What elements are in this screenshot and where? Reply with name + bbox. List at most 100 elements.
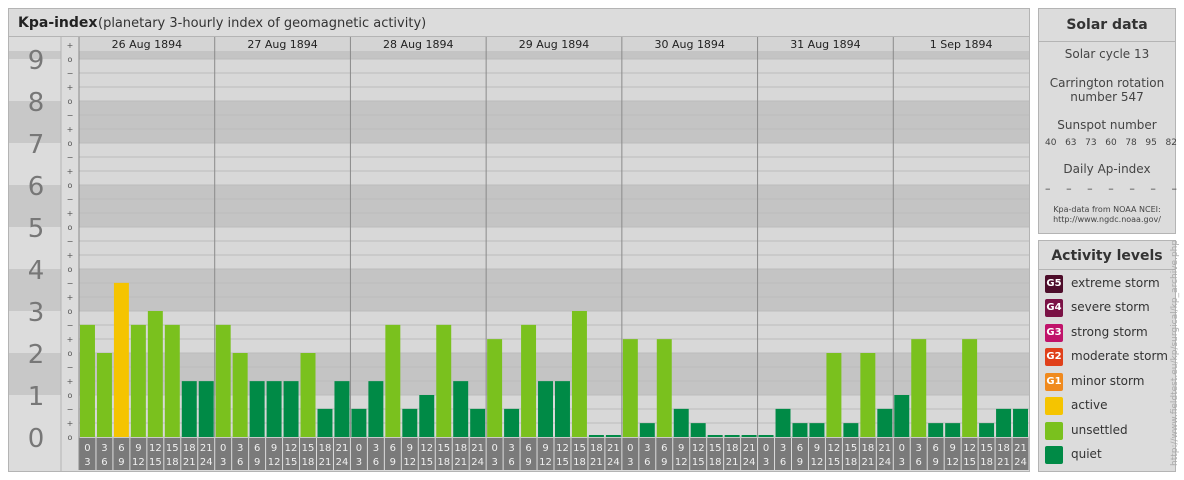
sub-tick-label: − (67, 153, 74, 162)
interval-end-label: 24 (336, 457, 349, 468)
sub-tick-label: − (67, 237, 74, 246)
legend-label: quiet (1071, 447, 1102, 461)
credit-url: http://www.fieldtest.eu/kp/surgical/kp_a… (1170, 239, 1180, 466)
sunspot-value: 73 (1085, 138, 1097, 148)
solar-cycle: Solar cycle 13 (1064, 47, 1150, 61)
interval-end-label: 6 (916, 457, 922, 468)
activity-levels-panel: Activity levels G5 extreme storm G4 seve… (1038, 240, 1176, 472)
interval-end-label: 3 (899, 457, 905, 468)
interval-start-label: 6 (118, 443, 124, 454)
ap-value: – (1150, 182, 1156, 195)
solar-data-panel: Solar data Solar cycle 13 Carrington rot… (1038, 8, 1177, 234)
kp-bar (792, 423, 808, 437)
sub-tick-label: o (68, 181, 73, 190)
legend-item-active: active (1045, 396, 1180, 416)
sub-tick-label: + (67, 41, 74, 50)
sub-tick-label: + (67, 125, 74, 134)
interval-end-label: 12 (946, 457, 959, 468)
interval-start-label: 0 (899, 443, 905, 454)
interval-end-label: 15 (963, 457, 976, 468)
kp-bar (894, 395, 910, 437)
interval-end-label: 18 (166, 457, 179, 468)
interval-start-label: 6 (661, 443, 667, 454)
kp-bar (860, 353, 876, 437)
sub-tick-label: + (67, 419, 74, 428)
kp-bar (147, 311, 163, 437)
kp-bar (453, 381, 469, 437)
interval-end-label: 21 (590, 457, 603, 468)
interval-start-label: 6 (525, 443, 531, 454)
legend-label: extreme storm (1071, 276, 1160, 290)
interval-start-label: 12 (692, 443, 705, 454)
legend-item-severe-storm: G4 severe storm (1045, 298, 1180, 318)
y-tick-label: 7 (28, 130, 45, 160)
legend-item-minor-storm: G1 minor storm (1045, 372, 1180, 392)
kp-bar (656, 339, 672, 437)
ap-value: – (1045, 182, 1051, 195)
sub-tick-label: − (67, 405, 74, 414)
interval-end-label: 18 (437, 457, 450, 468)
interval-end-label: 9 (661, 457, 667, 468)
kp-bar (181, 381, 197, 437)
sub-tick-label: o (68, 97, 73, 106)
interval-end-label: 3 (84, 457, 90, 468)
interval-end-label: 3 (356, 457, 362, 468)
kp-bar (96, 353, 112, 437)
ap-value: – (1171, 182, 1177, 195)
interval-end-label: 12 (539, 457, 552, 468)
legend-swatch-g3: G3 (1045, 324, 1063, 342)
kp-bar (419, 395, 435, 437)
interval-end-label: 9 (797, 457, 803, 468)
interval-end-label: 21 (997, 457, 1010, 468)
kp-bar (215, 324, 231, 437)
kp-bar (555, 381, 570, 437)
interval-end-label: 6 (237, 457, 243, 468)
sub-tick-label: − (67, 111, 74, 120)
sub-tick-label: o (68, 307, 73, 316)
interval-start-label: 6 (797, 443, 803, 454)
kp-bar (996, 408, 1012, 437)
legend-title: Activity levels (1051, 248, 1163, 264)
legend-label: minor storm (1071, 374, 1145, 388)
kp-bar (962, 339, 978, 437)
kp-bar (877, 408, 893, 437)
interval-start-label: 15 (980, 443, 993, 454)
kp-bar (605, 435, 621, 437)
interval-start-label: 18 (590, 443, 603, 454)
interval-start-label: 15 (166, 443, 179, 454)
kp-bar (538, 381, 553, 437)
interval-start-label: 0 (763, 443, 769, 454)
sub-tick-label: o (68, 55, 73, 64)
interval-start-label: 12 (420, 443, 433, 454)
interval-end-label: 9 (525, 457, 531, 468)
kp-bar (1013, 408, 1028, 437)
interval-end-label: 6 (101, 457, 107, 468)
interval-start-label: 9 (542, 443, 548, 454)
ap-value: – (1129, 182, 1135, 195)
interval-end-label: 12 (675, 457, 688, 468)
interval-end-label: 15 (692, 457, 705, 468)
kp-bar (80, 324, 95, 437)
chart-subtitle: (planetary 3-hourly index of geomagnetic… (98, 16, 427, 31)
interval-end-label: 15 (828, 457, 841, 468)
interval-end-label: 9 (390, 457, 396, 468)
kpa-chart: o+−o+−o+−o+−o+−o+−o+−o+−o+−o+01234567892… (9, 37, 1029, 471)
interval-start-label: 18 (726, 443, 739, 454)
plot-band (79, 143, 1029, 185)
plot-band (79, 51, 1029, 59)
sunspot-values: 40 63 73 60 78 95 82 (1045, 138, 1177, 148)
plot-band (79, 269, 1029, 311)
interval-end-label: 21 (319, 457, 332, 468)
sunspot-value: 40 (1045, 138, 1057, 148)
carrington-rotation-line1: Carrington rotation (1049, 76, 1165, 90)
interval-end-label: 3 (627, 457, 633, 468)
interval-start-label: 21 (878, 443, 891, 454)
legend-label: unsettled (1071, 423, 1128, 437)
interval-end-label: 18 (709, 457, 722, 468)
kp-bar (639, 423, 655, 437)
legend-item-extreme-storm: G5 extreme storm (1045, 274, 1180, 294)
sunspot-value: 82 (1165, 138, 1177, 148)
kp-bar (809, 423, 825, 437)
y-tick-label: 1 (28, 382, 45, 412)
interval-start-label: 12 (149, 443, 162, 454)
